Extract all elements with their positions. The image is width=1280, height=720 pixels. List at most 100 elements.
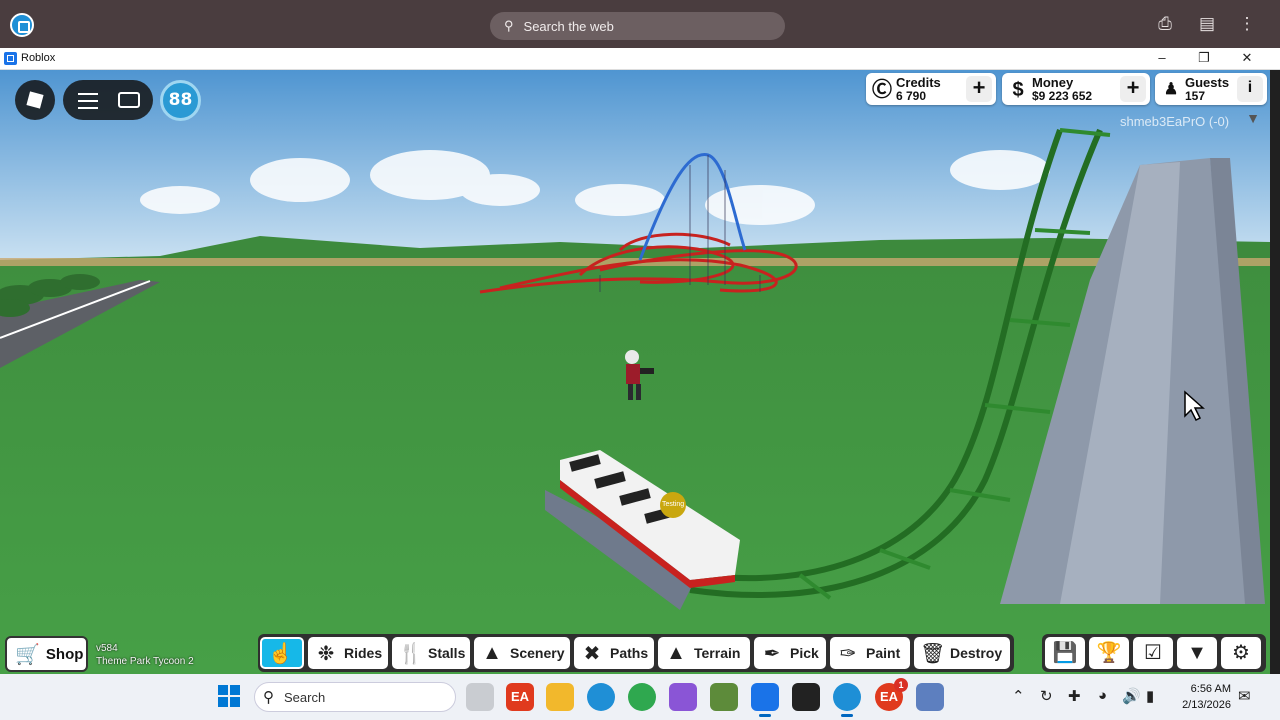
tool-paint-label: Paint	[866, 645, 901, 661]
tool-destroy[interactable]: 🗑 Destroy	[914, 637, 1010, 669]
eyedropper-icon: ✒	[763, 642, 781, 665]
browser-topbar: ⚲ Search the web ⎙ ▤ ⋮	[0, 0, 1280, 48]
tool-scenery[interactable]: ▲ Scenery	[474, 637, 570, 669]
guests-icon: ♟	[1163, 81, 1179, 98]
shop-label: Shop	[45, 645, 84, 663]
tool-destroy-label: Destroy	[950, 645, 1003, 661]
menu-pill	[63, 80, 153, 120]
save-app-icon[interactable]	[916, 683, 944, 711]
version-number: v584	[96, 643, 118, 654]
checklist-icon[interactable]: ☑	[1133, 637, 1173, 669]
guests-value: 157	[1185, 89, 1206, 103]
minimize-button[interactable]: –	[1152, 50, 1172, 65]
paths-icon: ✖	[583, 642, 601, 665]
credits-panel: Ⓒ Credits 6 790 +	[866, 73, 996, 105]
ea-app-icon[interactable]: EA	[506, 683, 534, 711]
edge-browser-icon[interactable]	[587, 683, 615, 711]
mouse-cursor-icon	[1184, 390, 1205, 422]
wifi-icon[interactable]: ◕	[1098, 687, 1107, 704]
guests-panel: ♟ Guests 157 i	[1155, 73, 1267, 105]
file-explorer-icon[interactable]	[546, 683, 574, 711]
game-name: Theme Park Tycoon 2	[96, 656, 194, 667]
trash-icon: 🗑	[920, 642, 946, 665]
tool-scenery-label: Scenery	[510, 645, 565, 661]
right-toolbar: 💾 🏆 ☑ ▼ ⚙	[1042, 634, 1266, 672]
app-logo-icon[interactable]	[10, 13, 34, 37]
shop-button[interactable]: 🛒 Shop	[5, 636, 88, 672]
sync-icon[interactable]: ↻	[1040, 687, 1053, 705]
brush-icon: ✑	[839, 642, 857, 665]
clipboard-icon[interactable]: ▤	[1196, 14, 1218, 34]
ea-notify-icon[interactable]: EA 1	[875, 678, 908, 711]
build-toolbar: ☝ ❉ Rides 🍴 Stalls ▲ Scenery ✖ Paths ▲ T…	[258, 634, 1014, 672]
language-icon[interactable]: ✚	[1068, 687, 1081, 705]
mountain-icon: ▲	[666, 641, 686, 664]
task-view-icon[interactable]	[466, 683, 494, 711]
chevron-down-icon[interactable]: ▼	[1243, 110, 1263, 130]
notifications-icon[interactable]: ✉	[1238, 687, 1251, 705]
add-money-button[interactable]: +	[1120, 76, 1146, 102]
copilot-icon[interactable]	[669, 683, 697, 711]
taskbar: ⚲ Search EA EA 1 ⌃ ↻ ✚ ◕ 🔊 ▮ 6:56 AM 2/1…	[0, 674, 1280, 720]
tool-terrain[interactable]: ▲ Terrain	[658, 637, 750, 669]
add-credits-button[interactable]: +	[966, 76, 992, 102]
tree-icon: ▲	[482, 641, 502, 664]
credits-value: 6 790	[896, 89, 927, 103]
tool-pick-label: Pick	[790, 645, 819, 661]
hamburger-icon[interactable]	[78, 93, 98, 114]
tool-select[interactable]: ☝	[260, 637, 304, 669]
version-info: v584 Theme Park Tycoon 2	[96, 642, 194, 668]
guests-label: Guests	[1185, 75, 1230, 90]
tool-paths-label: Paths	[610, 645, 649, 661]
volume-icon[interactable]: 🔊	[1122, 687, 1141, 705]
system-clock[interactable]: 6:56 AM 2/13/2026	[1175, 681, 1231, 713]
money-icon: $	[1012, 79, 1024, 101]
chevron-up-icon[interactable]: ⌃	[1012, 687, 1025, 705]
money-label: Money	[1032, 75, 1074, 90]
print-icon[interactable]: ⎙	[1154, 14, 1176, 34]
search-icon: ⚲	[504, 18, 514, 33]
tool-pick[interactable]: ✒ Pick	[754, 637, 826, 669]
tool-rides-label: Rides	[344, 645, 383, 661]
web-search-placeholder: Search the web	[523, 18, 614, 34]
badge-icon[interactable]: ▼	[1177, 637, 1217, 669]
save-icon[interactable]: 💾	[1045, 637, 1085, 669]
web-search-box[interactable]: ⚲ Search the web	[490, 12, 785, 40]
player-username: shmeb3EaPrO (-0)	[1120, 114, 1230, 129]
credits-label: Credits	[896, 75, 941, 90]
clock-time: 6:56 AM	[1190, 683, 1231, 695]
tool-stalls[interactable]: 🍴 Stalls	[392, 637, 470, 669]
windows-start-icon[interactable]	[218, 685, 240, 707]
cart-icon: 🛒	[15, 643, 40, 666]
battery-icon[interactable]: ▮	[1146, 687, 1154, 705]
notification-badge: 1	[894, 678, 908, 692]
clock-date: 2/13/2026	[1182, 699, 1231, 711]
gear-icon[interactable]: ⚙	[1221, 637, 1261, 669]
taskbar-search[interactable]: ⚲ Search	[254, 682, 456, 712]
tool-terrain-label: Terrain	[694, 645, 741, 661]
window-titlebar: Roblox – ❐ ✕	[0, 48, 1280, 70]
guests-info-button[interactable]: i	[1237, 76, 1263, 102]
tool-paths[interactable]: ✖ Paths	[574, 637, 654, 669]
tool-paint[interactable]: ✑ Paint	[830, 637, 910, 669]
close-button[interactable]: ✕	[1237, 50, 1257, 66]
green-app-icon[interactable]	[628, 683, 656, 711]
money-panel: $ Money $9 223 652 +	[1002, 73, 1150, 105]
game-viewport[interactable]: Testing 88 Ⓒ Credits 6 790 + $ Money $9 …	[0, 70, 1270, 674]
maximize-button[interactable]: ❐	[1194, 50, 1214, 66]
window-title: Roblox	[21, 52, 56, 64]
chat-icon[interactable]	[118, 92, 140, 108]
tool-rides[interactable]: ❉ Rides	[308, 637, 388, 669]
roblox-window-icon	[4, 52, 17, 65]
roblox-studio-icon[interactable]	[792, 683, 820, 711]
minecraft-icon[interactable]	[710, 683, 738, 711]
taskbar-search-label: Search	[284, 689, 326, 705]
more-options-icon[interactable]: ⋮	[1236, 14, 1258, 34]
credits-icon: Ⓒ	[872, 79, 892, 101]
roblox-menu-button[interactable]	[15, 80, 55, 120]
roblox-player-icon[interactable]	[833, 683, 861, 717]
search-icon: ⚲	[263, 689, 274, 706]
trophy-icon[interactable]: 🏆	[1089, 637, 1129, 669]
roblox-taskbar-icon[interactable]	[751, 683, 779, 717]
player-level-badge[interactable]: 88	[160, 80, 201, 121]
